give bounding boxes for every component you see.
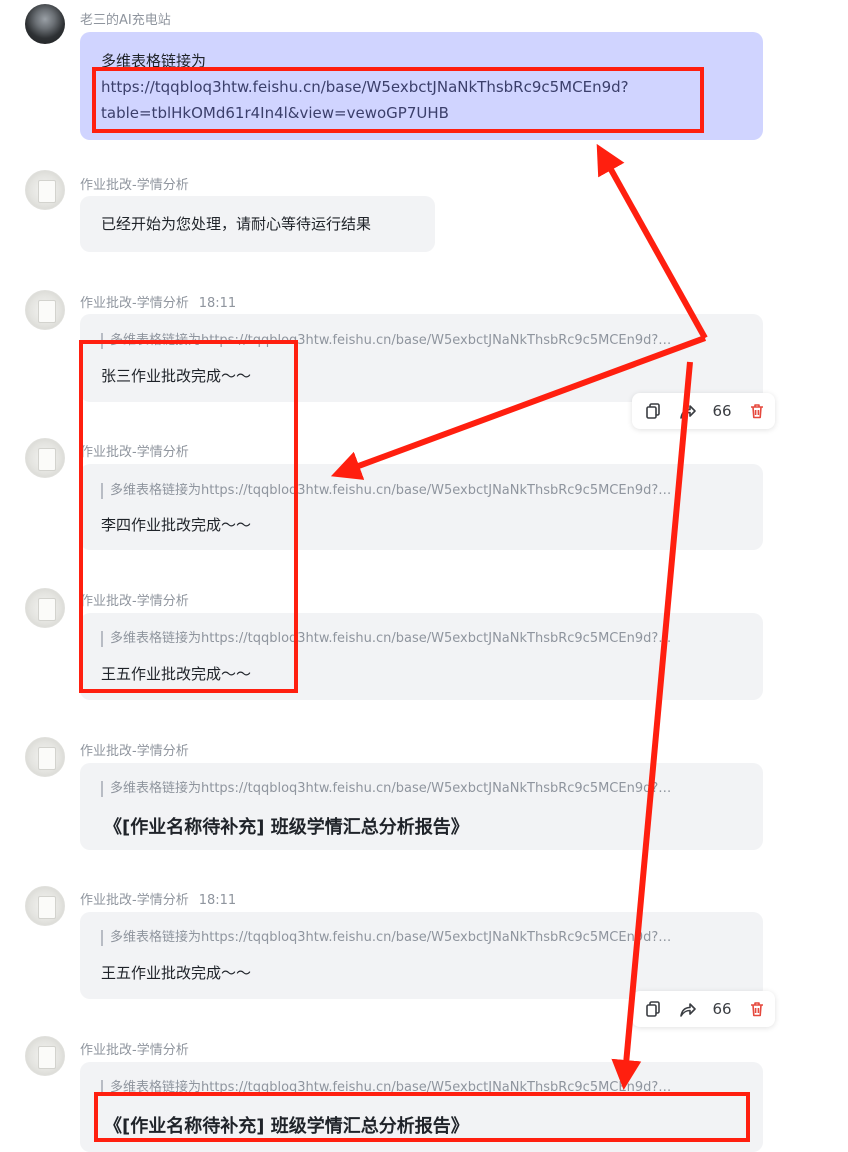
annotation-arrows (330, 143, 708, 1090)
arrow-to-results (330, 335, 707, 480)
arrow-to-report (611, 361, 693, 1090)
arrow-to-link (596, 143, 708, 340)
